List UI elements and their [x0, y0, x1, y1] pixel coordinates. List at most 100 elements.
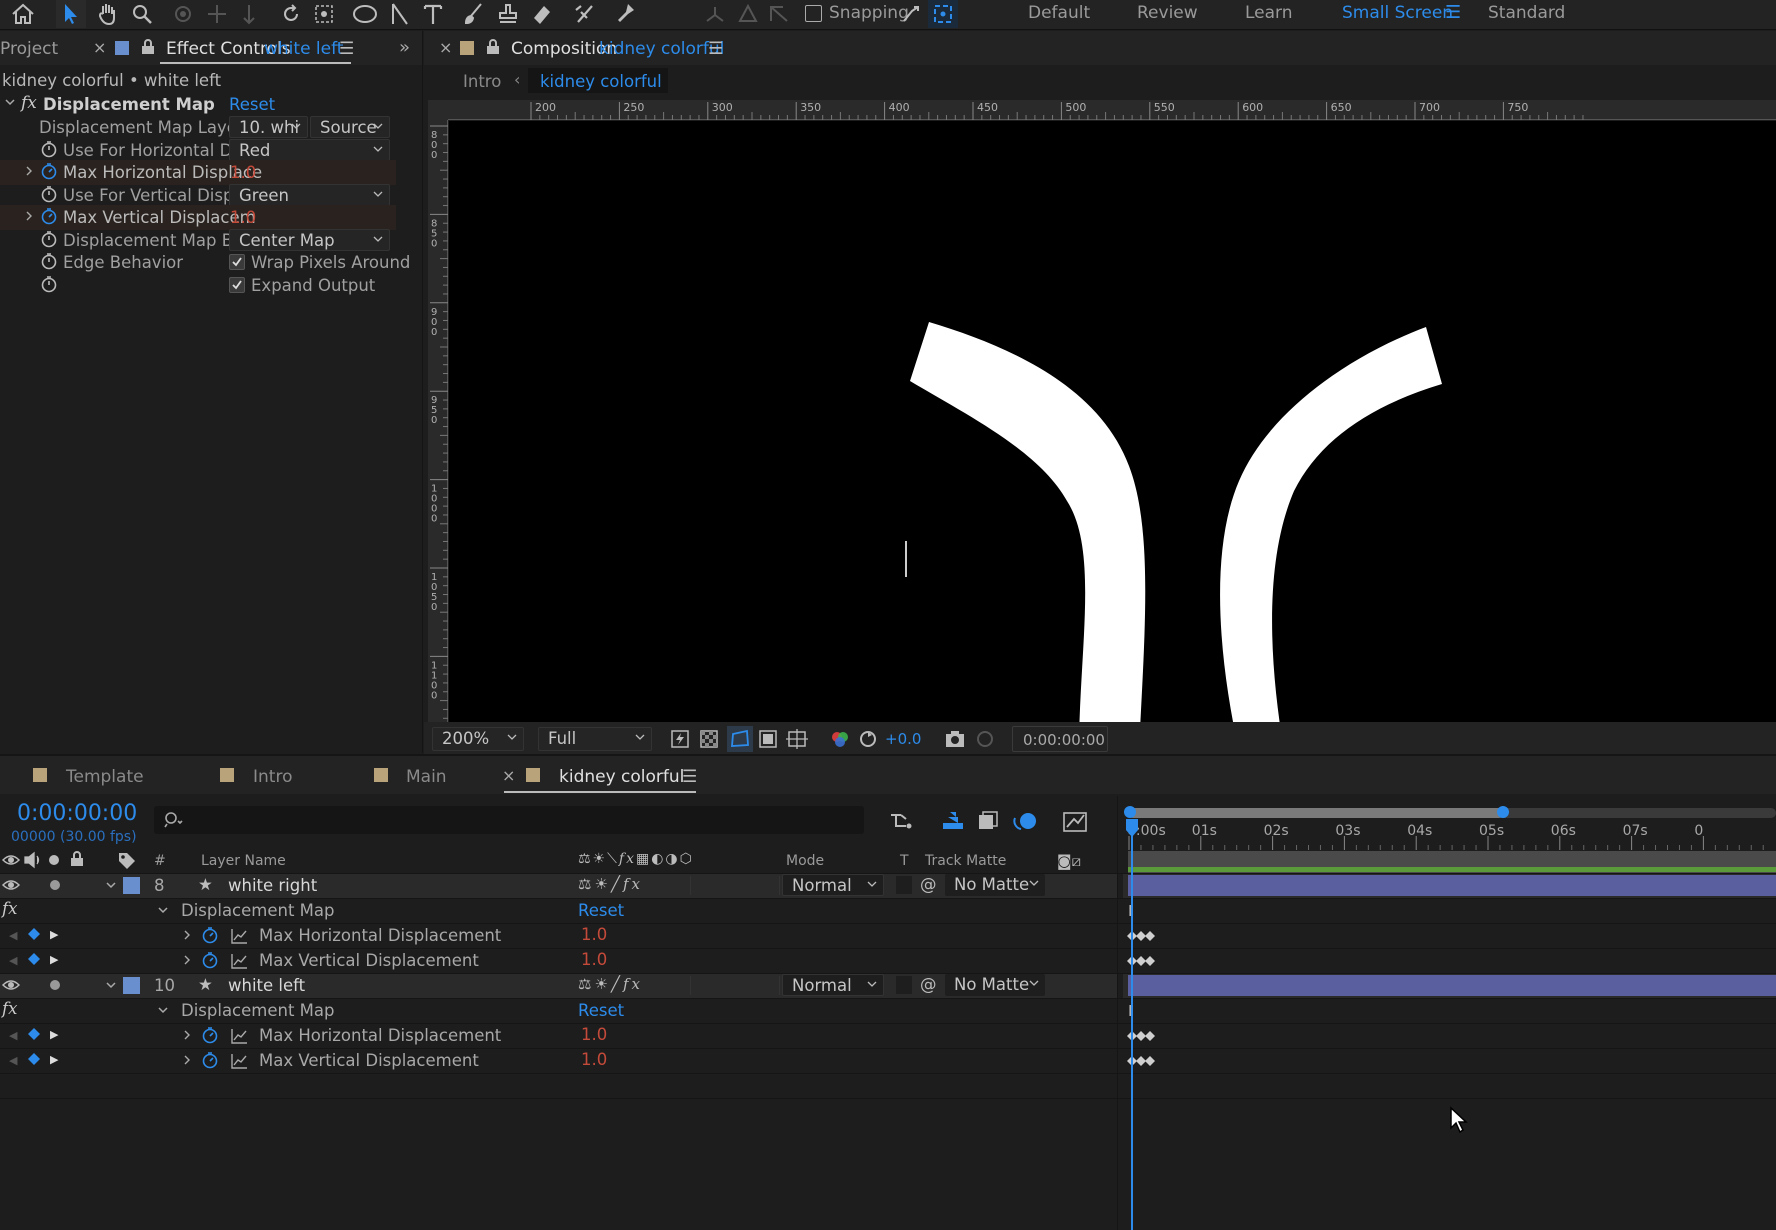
label-color-swatch[interactable]: [123, 877, 140, 894]
zoom-tool-icon[interactable]: [127, 0, 157, 28]
transparency-grid-icon[interactable]: [699, 729, 719, 749]
keyframes[interactable]: [1127, 929, 1167, 943]
pick-whip-icon[interactable]: @: [920, 975, 937, 994]
pan-camera-icon[interactable]: [202, 0, 232, 28]
fx-icon[interactable]: fx: [2, 999, 17, 1018]
solo-toggle-icon[interactable]: [49, 855, 59, 865]
motion-blur-icon[interactable]: [1013, 809, 1039, 833]
label-tag-icon[interactable]: [117, 851, 137, 869]
solo-icon[interactable]: [50, 980, 60, 990]
lock-icon[interactable]: [70, 851, 84, 867]
audio-toggle-icon[interactable]: [23, 851, 43, 869]
add-keyframe-icon[interactable]: [28, 1028, 40, 1040]
pen-tool-icon[interactable]: [385, 0, 415, 28]
keyframes[interactable]: [1127, 1029, 1167, 1043]
next-keyframe-icon[interactable]: ▶: [50, 928, 58, 941]
preserve-transparency-toggle[interactable]: [896, 976, 912, 994]
chevron-right-icon[interactable]: [182, 929, 192, 941]
playhead-line[interactable]: [1131, 819, 1133, 1230]
stopwatch-active-icon[interactable]: [40, 207, 58, 225]
stopwatch-active-icon[interactable]: [201, 951, 219, 969]
add-keyframe-icon[interactable]: [28, 1053, 40, 1065]
type-tool-icon[interactable]: [418, 0, 448, 28]
chevron-right-icon[interactable]: [24, 165, 34, 177]
effect-name[interactable]: Displacement Map: [43, 95, 215, 114]
tab-intro[interactable]: Intro: [253, 767, 292, 787]
reset-link[interactable]: Reset: [229, 95, 275, 114]
property-value[interactable]: 1.0: [581, 1050, 607, 1069]
workspace-menu-icon[interactable]: ☰: [1445, 2, 1461, 23]
work-area-bar[interactable]: [1128, 867, 1776, 872]
stopwatch-icon[interactable]: [40, 185, 58, 203]
prev-keyframe-icon[interactable]: ◀: [9, 1029, 17, 1042]
stopwatch-active-icon[interactable]: [40, 162, 58, 180]
lock-icon[interactable]: [486, 39, 500, 55]
snapping-checkbox[interactable]: [805, 5, 822, 22]
comp-mini-flowchart-icon[interactable]: [888, 810, 914, 832]
current-timecode[interactable]: 0:00:00:00: [17, 801, 137, 826]
panel-menu-icon[interactable]: ☰: [708, 39, 723, 59]
dolly-camera-icon[interactable]: [234, 0, 264, 28]
home-icon[interactable]: [8, 0, 38, 28]
layer-switches[interactable]: ⚖☀╱fx: [578, 975, 643, 993]
brush-tool-icon[interactable]: [459, 0, 489, 28]
draft-3d-icon[interactable]: [940, 809, 966, 833]
source-dropdown[interactable]: Source: [310, 116, 390, 138]
prev-keyframe-icon[interactable]: ◀: [9, 1054, 17, 1067]
zoom-dropdown[interactable]: 200%: [432, 727, 524, 751]
stopwatch-active-icon[interactable]: [201, 1051, 219, 1069]
eye-icon[interactable]: [2, 977, 20, 993]
preserve-transparency-toggle[interactable]: [896, 876, 912, 894]
layer-row[interactable]: 8 ★ white right ⚖☀╱fx Normal @ No Matte: [0, 873, 1117, 898]
playhead-handle[interactable]: [1125, 818, 1139, 838]
chevron-right-icon[interactable]: [182, 1054, 192, 1066]
layer-search-input[interactable]: [154, 806, 864, 834]
stopwatch-active-icon[interactable]: [201, 1026, 219, 1044]
stopwatch-active-icon[interactable]: [201, 926, 219, 944]
axis-world-icon[interactable]: [733, 0, 763, 28]
chevron-right-icon[interactable]: [24, 210, 34, 222]
panel-menu-icon[interactable]: ☰: [339, 39, 354, 59]
fx-icon[interactable]: fx: [2, 899, 17, 918]
close-tab-icon[interactable]: ×: [439, 38, 452, 57]
reset-link[interactable]: Reset: [578, 901, 624, 920]
property-value[interactable]: 1.0: [581, 950, 607, 969]
hand-tool-icon[interactable]: [93, 0, 123, 28]
layer-row[interactable]: 10 ★ white left ⚖☀╱fx Normal @ No Matte: [0, 973, 1117, 998]
graph-icon[interactable]: [230, 953, 248, 969]
tab-main[interactable]: Main: [406, 767, 447, 787]
close-tab-icon[interactable]: ×: [93, 38, 106, 57]
graph-icon[interactable]: [230, 928, 248, 944]
workspace-review[interactable]: Review: [1137, 3, 1198, 23]
timeline-divider[interactable]: [1117, 796, 1118, 1230]
fast-previews-icon[interactable]: [670, 729, 690, 749]
tab-template[interactable]: Template: [66, 767, 144, 787]
workspace-default[interactable]: Default: [1028, 3, 1090, 23]
chevron-down-icon[interactable]: [157, 1004, 169, 1016]
ruler-origin[interactable]: [428, 100, 448, 120]
channel-rgb-icon[interactable]: [830, 729, 850, 749]
workspace-standard[interactable]: Standard: [1488, 3, 1565, 23]
snapshot-camera-icon[interactable]: [944, 729, 966, 749]
header-layer-name[interactable]: Layer Name: [201, 853, 286, 869]
blend-mode-dropdown[interactable]: Normal: [782, 874, 884, 896]
roto-brush-icon[interactable]: [570, 0, 600, 28]
reset-exposure-icon[interactable]: [858, 729, 878, 749]
chevron-right-icon[interactable]: [182, 954, 192, 966]
navigator-end-handle[interactable]: [1497, 806, 1509, 818]
blend-mode-dropdown[interactable]: Normal: [782, 974, 884, 996]
add-keyframe-icon[interactable]: [28, 928, 40, 940]
max-horizontal-value[interactable]: 1.0: [230, 163, 256, 182]
ellipse-tool-icon[interactable]: [350, 0, 380, 28]
next-keyframe-icon[interactable]: ▶: [50, 1053, 58, 1066]
switch-cells[interactable]: [690, 976, 780, 995]
lock-icon[interactable]: [141, 39, 155, 55]
orbit-camera-icon[interactable]: [168, 0, 198, 28]
selection-tool-icon[interactable]: [56, 0, 86, 28]
graph-icon[interactable]: [230, 1028, 248, 1044]
reset-link[interactable]: Reset: [578, 1001, 624, 1020]
layer-name[interactable]: white left: [228, 976, 305, 995]
nav-item-intro[interactable]: Intro: [463, 72, 501, 91]
tab-project[interactable]: Project: [0, 39, 58, 59]
workspace-small-screen[interactable]: Small Screen: [1342, 3, 1453, 23]
